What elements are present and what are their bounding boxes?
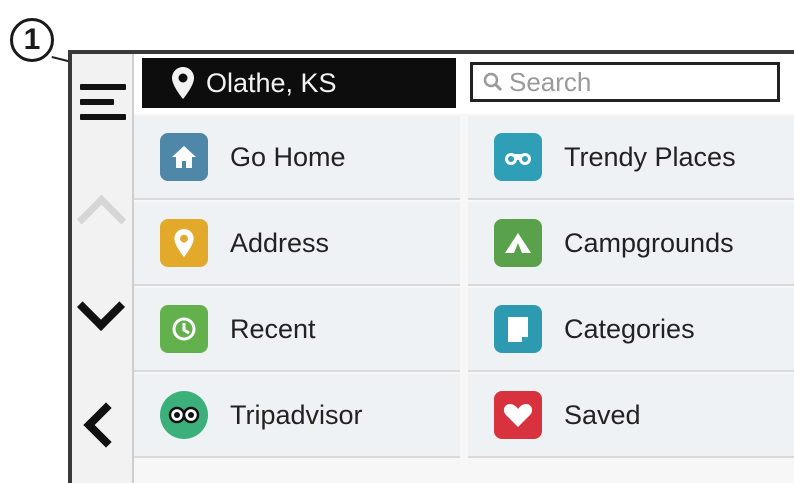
category-grid: Go Home Trendy Places Address Campground…	[134, 114, 794, 483]
callout-marker: 1	[10, 18, 54, 62]
address-button[interactable]: Address	[134, 202, 460, 286]
categories-button[interactable]: Categories	[468, 288, 794, 372]
tripadvisor-icon	[160, 391, 208, 439]
tripadvisor-button[interactable]: Tripadvisor	[134, 374, 460, 458]
saved-label: Saved	[564, 399, 641, 430]
campgrounds-button[interactable]: Campgrounds	[468, 202, 794, 286]
home-icon	[160, 133, 208, 181]
menu-icon[interactable]	[80, 84, 126, 129]
location-pin-icon	[172, 66, 194, 100]
sidebar	[72, 54, 134, 483]
go-home-label: Go Home	[230, 141, 346, 172]
tripadvisor-label: Tripadvisor	[230, 399, 363, 430]
heart-icon	[494, 391, 542, 439]
scroll-down-icon[interactable]	[76, 282, 126, 332]
history-icon	[160, 305, 208, 353]
trendy-places-label: Trendy Places	[564, 141, 736, 172]
address-label: Address	[230, 227, 330, 258]
trendy-places-button[interactable]: Trendy Places	[468, 116, 794, 200]
search-near-location-button[interactable]: Olathe, KS	[142, 58, 456, 108]
binoculars-icon	[494, 133, 542, 181]
back-icon[interactable]	[83, 402, 129, 448]
saved-button[interactable]: Saved	[468, 374, 794, 458]
recent-button[interactable]: Recent	[134, 288, 460, 372]
categories-label: Categories	[564, 313, 695, 344]
search-input[interactable]: Search	[470, 62, 780, 102]
search-icon	[483, 72, 503, 92]
location-label: Olathe, KS	[206, 67, 337, 98]
tent-icon	[494, 219, 542, 267]
top-bar: Olathe, KS Search	[134, 54, 794, 114]
screen: Olathe, KS Search Go Home Trendy Places	[72, 54, 794, 483]
callout-number: 1	[23, 23, 41, 56]
go-home-button[interactable]: Go Home	[134, 116, 460, 200]
categories-icon	[494, 305, 542, 353]
search-placeholder: Search	[509, 66, 592, 97]
address-pin-icon	[160, 219, 208, 267]
recent-label: Recent	[230, 313, 316, 344]
campgrounds-label: Campgrounds	[564, 227, 734, 258]
scroll-up-icon[interactable]	[76, 194, 127, 245]
